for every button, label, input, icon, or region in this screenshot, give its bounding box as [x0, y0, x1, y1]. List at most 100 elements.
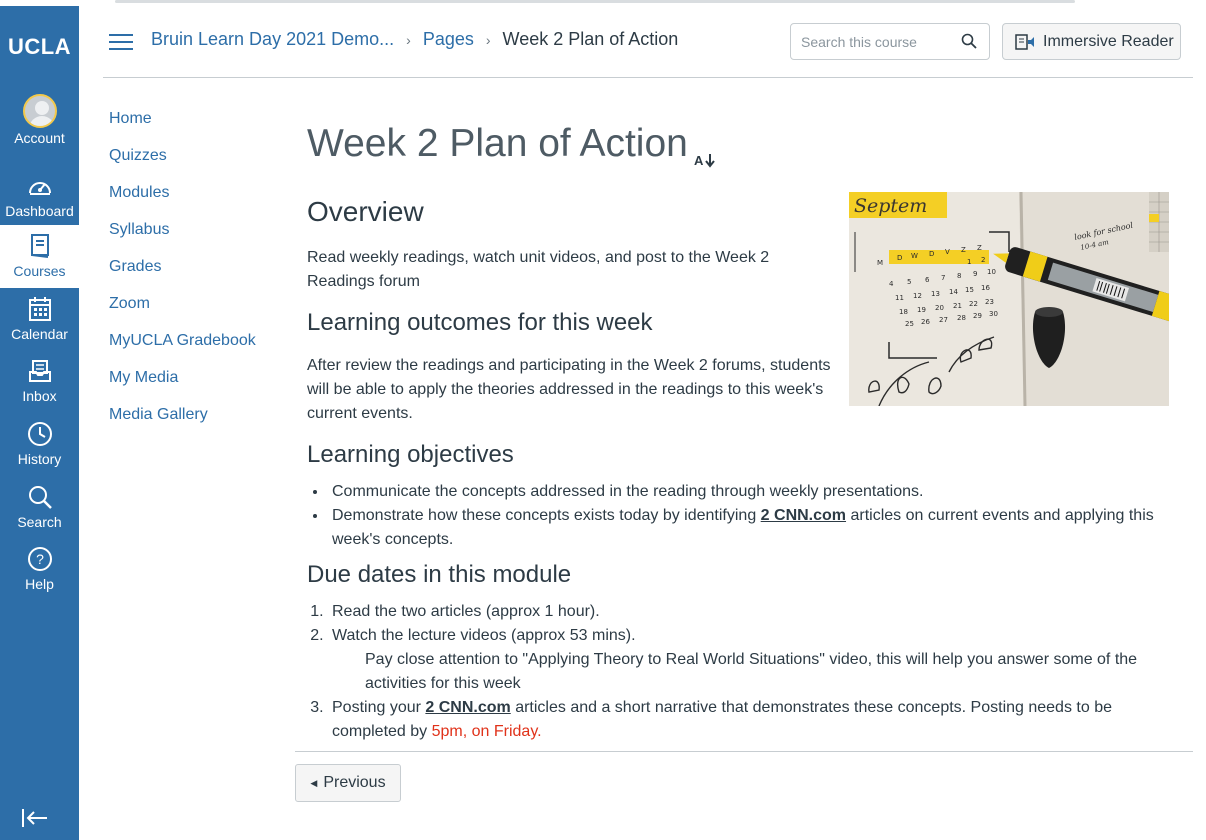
- search-input[interactable]: [801, 33, 956, 50]
- text-sort-icon[interactable]: A: [694, 135, 716, 168]
- svg-text:18: 18: [899, 308, 908, 316]
- svg-text:8: 8: [957, 272, 961, 280]
- nav-label-history: History: [17, 451, 62, 467]
- svg-text:15: 15: [965, 286, 974, 294]
- nav-label-calendar: Calendar: [11, 326, 68, 342]
- footer-divider: [295, 751, 1193, 752]
- svg-text:10: 10: [987, 268, 996, 276]
- course-nav-my-media[interactable]: My Media: [109, 367, 256, 404]
- svg-text:D: D: [897, 254, 902, 262]
- search-icon[interactable]: [961, 33, 977, 49]
- svg-text:16: 16: [981, 284, 990, 292]
- svg-text:Z: Z: [961, 246, 966, 254]
- breadcrumb-course[interactable]: Bruin Learn Day 2021 Demo...: [151, 29, 394, 50]
- nav-item-history[interactable]: History: [0, 413, 79, 476]
- previous-label: Previous: [323, 774, 386, 791]
- course-nav-quizzes[interactable]: Quizzes: [109, 145, 256, 182]
- nav-item-calendar[interactable]: Calendar: [0, 288, 79, 351]
- svg-text:W: W: [911, 252, 918, 260]
- header-divider: [103, 77, 1193, 78]
- overview-text: Read weekly readings, watch unit videos,…: [307, 249, 770, 290]
- course-menu-toggle-icon[interactable]: [107, 32, 135, 52]
- breadcrumb-current: Week 2 Plan of Action: [502, 29, 679, 49]
- svg-text:9: 9: [973, 270, 977, 278]
- svg-text:13: 13: [931, 290, 940, 298]
- svg-text:D: D: [929, 250, 934, 258]
- nav-item-account[interactable]: Account: [0, 94, 79, 157]
- page-title-text: Week 2 Plan of Action: [307, 122, 688, 165]
- svg-text:28: 28: [957, 314, 966, 322]
- ucla-logo[interactable]: UCLA: [0, 34, 79, 60]
- svg-text:M: M: [877, 259, 883, 267]
- immersive-reader-button[interactable]: Immersive Reader: [1002, 23, 1181, 60]
- course-nav-media-gallery[interactable]: Media Gallery: [109, 404, 256, 441]
- objectives-list: Communicate the concepts addressed in th…: [307, 480, 1162, 552]
- cnn-link[interactable]: 2 CNN.com: [425, 699, 510, 716]
- breadcrumb-separator-icon: ›: [485, 31, 491, 48]
- svg-text:4: 4: [889, 280, 894, 288]
- collapse-nav-icon[interactable]: [20, 806, 54, 834]
- list-item: Read the two articles (approx 1 hour).: [328, 600, 1162, 624]
- account-avatar-icon: [22, 94, 57, 128]
- nav-item-help[interactable]: ? Help: [0, 538, 79, 601]
- previous-button[interactable]: ◀ Previous: [295, 764, 401, 802]
- outcomes-heading: Learning outcomes for this week: [307, 309, 653, 336]
- course-nav-home[interactable]: Home: [109, 108, 256, 145]
- svg-text:27: 27: [939, 316, 948, 324]
- nav-item-courses[interactable]: Courses: [0, 225, 79, 288]
- nav-label-account: Account: [14, 130, 65, 146]
- page-title: Week 2 Plan of Action A: [307, 122, 716, 168]
- course-nav-grades[interactable]: Grades: [109, 256, 256, 293]
- svg-text:6: 6: [925, 276, 930, 284]
- history-icon: [25, 419, 55, 449]
- nav-item-search[interactable]: Search: [0, 476, 79, 539]
- nav-item-dashboard[interactable]: Dashboard: [0, 165, 79, 228]
- nav-label-courses: Courses: [13, 263, 66, 279]
- nav-item-inbox[interactable]: Inbox: [0, 350, 79, 413]
- due-item-note: Pay close attention to "Applying Theory …: [365, 651, 1138, 692]
- course-nav: Home Quizzes Modules Syllabus Grades Zoo…: [109, 108, 256, 441]
- course-nav-zoom[interactable]: Zoom: [109, 293, 256, 330]
- search-icon: [25, 482, 55, 512]
- nav-label-dashboard: Dashboard: [5, 203, 74, 219]
- svg-text:2: 2: [981, 256, 985, 264]
- outcomes-text: After review the readings and participat…: [307, 357, 831, 422]
- dashboard-icon: [25, 171, 55, 201]
- objective-text-before: Demonstrate how these concepts exists to…: [332, 507, 761, 524]
- due-item-text: Watch the lecture videos (approx 53 mins…: [332, 627, 636, 644]
- immersive-reader-label: Immersive Reader: [1043, 32, 1174, 50]
- due-dates-list: Read the two articles (approx 1 hour). W…: [307, 600, 1162, 744]
- breadcrumb-separator-icon: ›: [406, 31, 411, 48]
- calendar-icon: [25, 294, 55, 324]
- course-nav-myucla-gradebook[interactable]: MyUCLA Gradebook: [109, 330, 256, 367]
- svg-text:22: 22: [969, 300, 978, 308]
- svg-text:23: 23: [985, 298, 994, 306]
- objective-text: Communicate the concepts addressed in th…: [332, 483, 924, 500]
- svg-text:V: V: [945, 248, 950, 256]
- svg-text:12: 12: [913, 292, 922, 300]
- global-nav: UCLA Account Dashboard Courses Calendar …: [0, 0, 79, 840]
- svg-text:7: 7: [941, 274, 945, 282]
- top-scroll-edge: [115, 0, 1075, 3]
- list-item: Communicate the concepts addressed in th…: [328, 480, 1162, 504]
- svg-text:25: 25: [905, 320, 914, 328]
- svg-text:5: 5: [907, 278, 911, 286]
- overview-heading: Overview: [307, 196, 424, 227]
- course-nav-modules[interactable]: Modules: [109, 182, 256, 219]
- calendar-marker-photo: Septem MDWDVZZ 12 4 5 6 7 8 9 10 11 12 13 14 15 16 …: [849, 192, 1169, 406]
- breadcrumb: Bruin Learn Day 2021 Demo... › Pages › W…: [151, 29, 678, 50]
- list-item: Posting your 2 CNN.com articles and a sh…: [328, 696, 1162, 744]
- svg-text:1: 1: [967, 258, 971, 266]
- svg-text:?: ?: [36, 551, 44, 567]
- breadcrumb-pages[interactable]: Pages: [423, 29, 474, 50]
- photo-month-text: Septem: [854, 195, 927, 217]
- svg-text:19: 19: [917, 306, 926, 314]
- svg-text:26: 26: [921, 318, 930, 326]
- svg-text:30: 30: [989, 310, 998, 318]
- list-item: Demonstrate how these concepts exists to…: [328, 504, 1162, 552]
- due-item-text: Read the two articles (approx 1 hour).: [332, 603, 600, 620]
- cnn-link[interactable]: 2 CNN.com: [761, 507, 846, 524]
- svg-text:21: 21: [953, 302, 962, 310]
- course-nav-syllabus[interactable]: Syllabus: [109, 219, 256, 256]
- objectives-heading: Learning objectives: [307, 441, 514, 468]
